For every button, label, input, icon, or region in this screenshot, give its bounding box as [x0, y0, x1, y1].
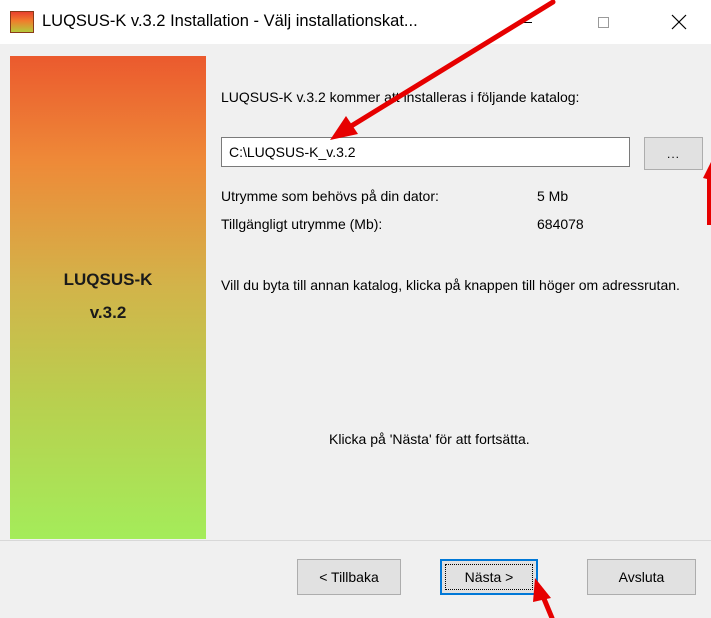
space-available-label: Tillgängligt utrymme (Mb):: [221, 216, 383, 232]
close-icon: [671, 14, 687, 30]
app-icon: [10, 11, 34, 33]
sidebar-banner: LUQSUS-K v.3.2: [10, 56, 206, 539]
install-intro-text: LUQSUS-K v.3.2 kommer att installeras i …: [221, 89, 580, 105]
cancel-button[interactable]: Avsluta: [587, 559, 696, 595]
back-button[interactable]: < Tillbaka: [297, 559, 401, 595]
minimize-button[interactable]: [500, 0, 550, 44]
minimize-icon: [518, 21, 532, 23]
install-path-input[interactable]: [221, 137, 630, 167]
product-name: LUQSUS-K: [63, 270, 153, 289]
maximize-button: [578, 0, 628, 44]
window-title: LUQSUS-K v.3.2 Installation - Välj insta…: [42, 12, 418, 30]
space-needed-label: Utrymme som behövs på din dator:: [221, 188, 439, 204]
installer-window: LUQSUS-K v.3.2 Installation - Välj insta…: [0, 0, 711, 618]
product-version: v.3.2: [89, 303, 127, 322]
maximize-icon: [597, 16, 609, 28]
space-available-value: 684078: [537, 216, 584, 232]
title-bar[interactable]: LUQSUS-K v.3.2 Installation - Välj insta…: [0, 0, 711, 44]
close-button[interactable]: [654, 0, 704, 44]
space-needed-value: 5 Mb: [537, 188, 569, 204]
continue-hint: Klicka på 'Nästa' för att fortsätta.: [329, 431, 530, 447]
browse-button[interactable]: ...: [644, 137, 703, 170]
change-directory-hint: Vill du byta till annan katalog, klicka …: [221, 277, 680, 293]
content-panel: LUQSUS-K v.3.2 kommer att installeras i …: [206, 56, 711, 539]
next-button-label: Nästa >: [464, 569, 514, 585]
footer-divider: [0, 540, 711, 541]
next-button[interactable]: Nästa >: [440, 559, 538, 595]
